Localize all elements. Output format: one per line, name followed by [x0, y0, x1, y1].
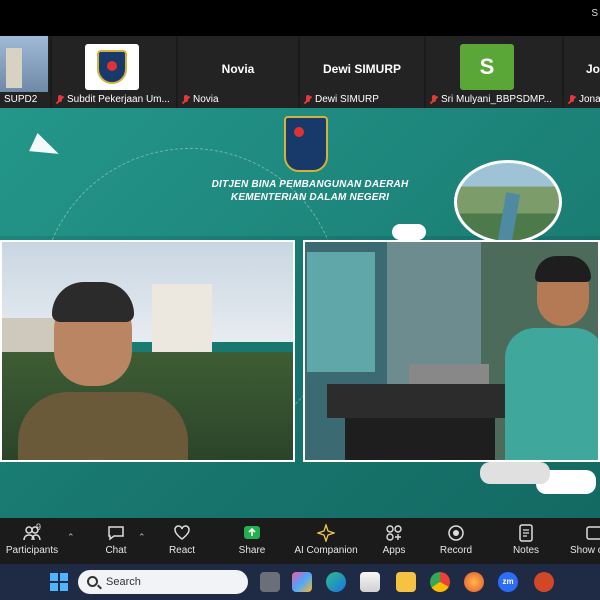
avatar: S — [460, 44, 514, 90]
participant-strip: SUPD2 Subdit Pekerjaan Um... Novia Novia… — [0, 36, 600, 108]
participant-display-name: Novia — [221, 62, 255, 76]
mic-muted-icon — [304, 94, 312, 105]
taskbar-search[interactable]: Search — [78, 570, 248, 594]
notes-icon — [519, 524, 533, 542]
apps-icon — [386, 525, 402, 541]
firefox-icon[interactable] — [464, 572, 484, 592]
apps-button[interactable]: Apps — [370, 518, 418, 564]
participants-count: 9 — [36, 522, 42, 532]
chrome-icon[interactable] — [430, 572, 450, 592]
apps-label: Apps — [382, 545, 406, 556]
share-label: Share — [238, 545, 266, 556]
participant-tile[interactable]: SUPD2 — [0, 36, 50, 108]
cloud-decoration — [392, 224, 426, 240]
slide-title: DITJEN BINA PEMBANGUNAN DAERAH KEMENTERI… — [200, 178, 420, 204]
chat-icon — [108, 526, 124, 541]
participant-name: SUPD2 — [4, 94, 38, 105]
mic-muted-icon — [568, 94, 576, 105]
ai-companion-label: AI Companion — [294, 545, 358, 556]
mic-muted-icon — [182, 94, 190, 105]
emblem-icon — [97, 50, 127, 84]
store-icon[interactable] — [360, 572, 380, 592]
participants-label: Participants — [5, 545, 59, 556]
participant-tile[interactable]: Jo Jonatha — [564, 36, 600, 108]
cloud-decoration — [480, 462, 550, 484]
notes-button[interactable]: Notes — [502, 518, 550, 564]
sparkle-icon — [317, 524, 335, 542]
participant-name: Dewi SIMURP — [315, 94, 379, 105]
participant-tile[interactable]: Subdit Pekerjaan Um... — [52, 36, 176, 108]
show-captions-label: Show c — [570, 545, 600, 556]
record-icon — [448, 525, 464, 541]
chevron-up-icon[interactable]: ⌃ — [138, 532, 146, 543]
participant-tile[interactable]: S Sri Mulyani_BBPSDMP... — [426, 36, 562, 108]
participant-name: Subdit Pekerjaan Um... — [67, 94, 170, 105]
participant-display-name: Jo — [586, 62, 600, 76]
zoom-icon[interactable]: zm — [498, 572, 518, 592]
participant-logo — [85, 44, 139, 90]
task-view-icon[interactable] — [260, 572, 280, 592]
emblem-icon — [284, 116, 328, 172]
meeting-toolbar: 9 Participants ⌃ Chat ⌃ React Share AI C… — [0, 518, 600, 564]
os-taskbar: Search zm — [0, 564, 600, 600]
participant-video-thumbnail — [0, 36, 48, 92]
chat-label: Chat — [105, 545, 127, 556]
windows-start-icon[interactable] — [50, 573, 68, 591]
person-body — [18, 392, 188, 460]
share-button[interactable]: Share — [228, 518, 276, 564]
window-top-bar: S — [0, 0, 600, 36]
participant-name: Jonatha — [579, 94, 600, 105]
top-corner-text: S — [591, 8, 598, 19]
heart-icon — [174, 525, 190, 540]
slide-title-line: DITJEN BINA PEMBANGUNAN DAERAH — [211, 179, 409, 190]
video-feed-right[interactable] — [303, 240, 600, 462]
speaker-body — [505, 328, 598, 460]
ai-companion-button[interactable]: AI Companion — [292, 518, 360, 564]
chat-button[interactable]: Chat — [92, 518, 140, 564]
react-label: React — [168, 545, 196, 556]
react-button[interactable]: React — [158, 518, 206, 564]
participant-name: Novia — [193, 94, 219, 105]
podium — [327, 384, 517, 418]
chevron-up-icon[interactable]: ⌃ — [67, 532, 75, 543]
edge-icon[interactable] — [326, 572, 346, 592]
video-feed-left[interactable] — [0, 240, 295, 462]
river-photo — [454, 160, 562, 244]
participants-button[interactable]: 9 Participants — [0, 518, 64, 564]
record-label: Record — [439, 545, 473, 556]
show-captions-button[interactable]: Show c — [566, 518, 600, 564]
notes-label: Notes — [512, 545, 540, 556]
participant-tile[interactable]: Dewi SIMURP Dewi SIMURP — [300, 36, 424, 108]
participant-display-name: Dewi SIMURP — [322, 62, 401, 76]
file-explorer-icon[interactable] — [396, 572, 416, 592]
participant-name: Sri Mulyani_BBPSDMP... — [441, 94, 552, 105]
mic-muted-icon — [56, 94, 64, 105]
powerpoint-icon[interactable] — [534, 572, 554, 592]
slide-title-line: KEMENTERIAN DALAM NEGERI — [230, 192, 390, 203]
record-button[interactable]: Record — [432, 518, 480, 564]
participant-tile[interactable]: Novia Novia — [178, 36, 298, 108]
shared-screen: DITJEN BINA PEMBANGUNAN DAERAH KEMENTERI… — [0, 108, 600, 518]
share-screen-icon — [244, 526, 260, 539]
ministry-logo — [284, 116, 328, 172]
search-icon — [87, 576, 98, 587]
copilot-icon[interactable] — [292, 572, 312, 592]
search-placeholder: Search — [106, 576, 141, 588]
captions-icon — [586, 526, 600, 540]
mic-muted-icon — [430, 94, 438, 105]
